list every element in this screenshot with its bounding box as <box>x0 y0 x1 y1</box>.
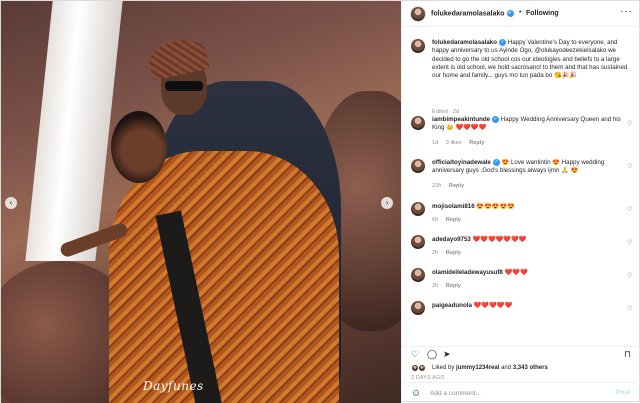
comment-text: iambimpeakintunde ✓ Happy Wedding Anniver… <box>432 116 632 133</box>
comment-meta: 6h Reply <box>432 217 467 223</box>
likes-prefix: Liked by <box>432 365 455 371</box>
post-photo[interactable]: Dayfunes ‹ › <box>1 1 401 403</box>
commenter-username[interactable]: iambimpeakintunde <box>432 116 490 123</box>
header-separator: • <box>519 9 522 16</box>
likes-connector: and <box>501 365 512 371</box>
author-avatar[interactable] <box>411 7 425 21</box>
comment-like-count[interactable]: 3 likes <box>446 140 462 146</box>
commenter-username[interactable]: officialtoyinadewale <box>432 159 491 166</box>
comment-like-icon[interactable]: ♡ <box>627 206 632 213</box>
likes-count[interactable]: 3,343 others <box>513 365 548 371</box>
comment-text: paigeadunola ❤️❤️❤️❤️❤️ <box>432 302 632 310</box>
photo-pillar <box>25 1 123 261</box>
reply-button[interactable]: Reply <box>446 250 461 256</box>
comment-time: 22h <box>432 183 442 189</box>
liker-username[interactable]: jummy1234real <box>456 365 499 371</box>
liker-avatar[interactable] <box>418 364 426 372</box>
comment-like-icon[interactable]: ♡ <box>627 239 632 246</box>
author-username[interactable]: folukedaramolasalako ✓ <box>431 10 514 17</box>
likes-summary: Liked by jummy1234real and 3,343 others <box>402 361 640 375</box>
comment-meta: 22h Reply <box>432 183 470 189</box>
share-icon[interactable]: ➤ <box>443 349 451 360</box>
comment-icon[interactable]: ◯ <box>427 349 437 360</box>
caption-text: folukedaramolasalako ✓ Happy Valentine's … <box>432 39 632 80</box>
comment-body: ❤️❤️❤️ <box>504 269 528 276</box>
likes-text: Liked by jummy1234real and 3,343 others <box>432 365 548 371</box>
reply-button[interactable]: Reply <box>446 283 461 289</box>
more-options-icon[interactable]: ··· <box>620 6 633 17</box>
following-button[interactable]: Following <box>526 10 559 17</box>
comment-text: olamideileladewayusuf8 ❤️❤️❤️ <box>432 269 632 277</box>
post-button[interactable]: Post <box>616 389 630 396</box>
verified-icon: ✓ <box>492 116 500 123</box>
commenter-username[interactable]: olamideileladewayusuf8 <box>432 269 503 276</box>
photo-woman-dress <box>109 151 339 403</box>
emoji-icon[interactable]: ☺ <box>411 388 421 399</box>
comment-text: mojisolami816 😍😍😍😍😍 <box>432 203 632 211</box>
comment-text: adedayo9753 ❤️❤️❤️❤️❤️❤️❤️ <box>432 236 632 244</box>
post-modal: Dayfunes ‹ › folukedaramolasalako ✓ • Fol… <box>0 0 640 403</box>
commenter-avatar[interactable] <box>411 268 425 282</box>
comment-body: ❤️❤️❤️❤️❤️ <box>473 302 513 309</box>
commenter-username[interactable]: paigeadunola <box>432 302 472 309</box>
post-side-panel: folukedaramolasalako ✓ • Following ··· fo… <box>401 1 640 403</box>
commenter-avatar[interactable] <box>411 159 425 173</box>
commenter-avatar[interactable] <box>411 301 425 315</box>
comment-time: 1d <box>432 140 439 146</box>
comment-meta: 1d 3 likes Reply <box>432 140 490 146</box>
commenter-username[interactable]: adedayo9753 <box>432 236 471 243</box>
comment-meta: 2h Reply <box>432 250 467 256</box>
bookmark-icon[interactable]: ⊓ <box>624 349 631 360</box>
photo-watermark: Dayfunes <box>143 379 204 393</box>
verified-icon: ✓ <box>499 39 506 46</box>
commenter-avatar[interactable] <box>411 116 425 130</box>
post-date[interactable]: 2 DAYS AGO <box>411 375 445 381</box>
comment-meta: 2h Reply <box>432 283 467 289</box>
comment-input[interactable] <box>430 388 600 398</box>
comment-text: officialtoyinadewale ✓ 😍 Love wantintin 😍… <box>432 159 632 176</box>
verified-icon: ✓ <box>506 10 514 17</box>
commenter-avatar[interactable] <box>411 202 425 216</box>
next-photo-button[interactable]: › <box>381 197 393 209</box>
comment-time: 6h <box>432 217 439 223</box>
caption-avatar[interactable] <box>411 39 425 53</box>
caption-username[interactable]: folukedaramolasalako <box>432 39 497 46</box>
verified-icon: ✓ <box>492 159 500 166</box>
reply-button[interactable]: Reply <box>469 140 484 146</box>
comment-time: 2h <box>432 250 439 256</box>
photo-sunglasses <box>165 81 203 91</box>
comment-like-icon[interactable]: ♡ <box>627 163 632 170</box>
reply-button[interactable]: Reply <box>449 183 464 189</box>
add-comment-bar: ☺ Post <box>402 382 640 403</box>
comment-time: 2h <box>432 283 439 289</box>
comment-like-icon[interactable]: ♡ <box>627 305 632 312</box>
comments-list[interactable]: folukedaramolasalako ✓ Happy Valentine's … <box>402 28 640 345</box>
commenter-avatar[interactable] <box>411 235 425 249</box>
photo-woman-head <box>111 111 167 183</box>
previous-photo-button[interactable]: ‹ <box>5 197 17 209</box>
post-actions: ♡ ◯ ➤ ⊓ <box>402 346 640 360</box>
heart-icon[interactable]: ♡ <box>411 349 419 360</box>
post-header: folukedaramolasalako ✓ • Following ··· <box>402 1 640 27</box>
commenter-username[interactable]: mojisolami816 <box>432 203 475 210</box>
comment-like-icon[interactable]: ♡ <box>627 120 632 127</box>
author-username-text[interactable]: folukedaramolasalako <box>431 10 505 17</box>
reply-button[interactable]: Reply <box>446 217 461 223</box>
comment-body: ❤️❤️❤️❤️❤️❤️❤️ <box>472 236 527 243</box>
comment-body: 😍😍😍😍😍 <box>476 203 515 210</box>
caption-meta: Edited · 2d <box>432 109 460 115</box>
comment-like-icon[interactable]: ♡ <box>627 272 632 279</box>
